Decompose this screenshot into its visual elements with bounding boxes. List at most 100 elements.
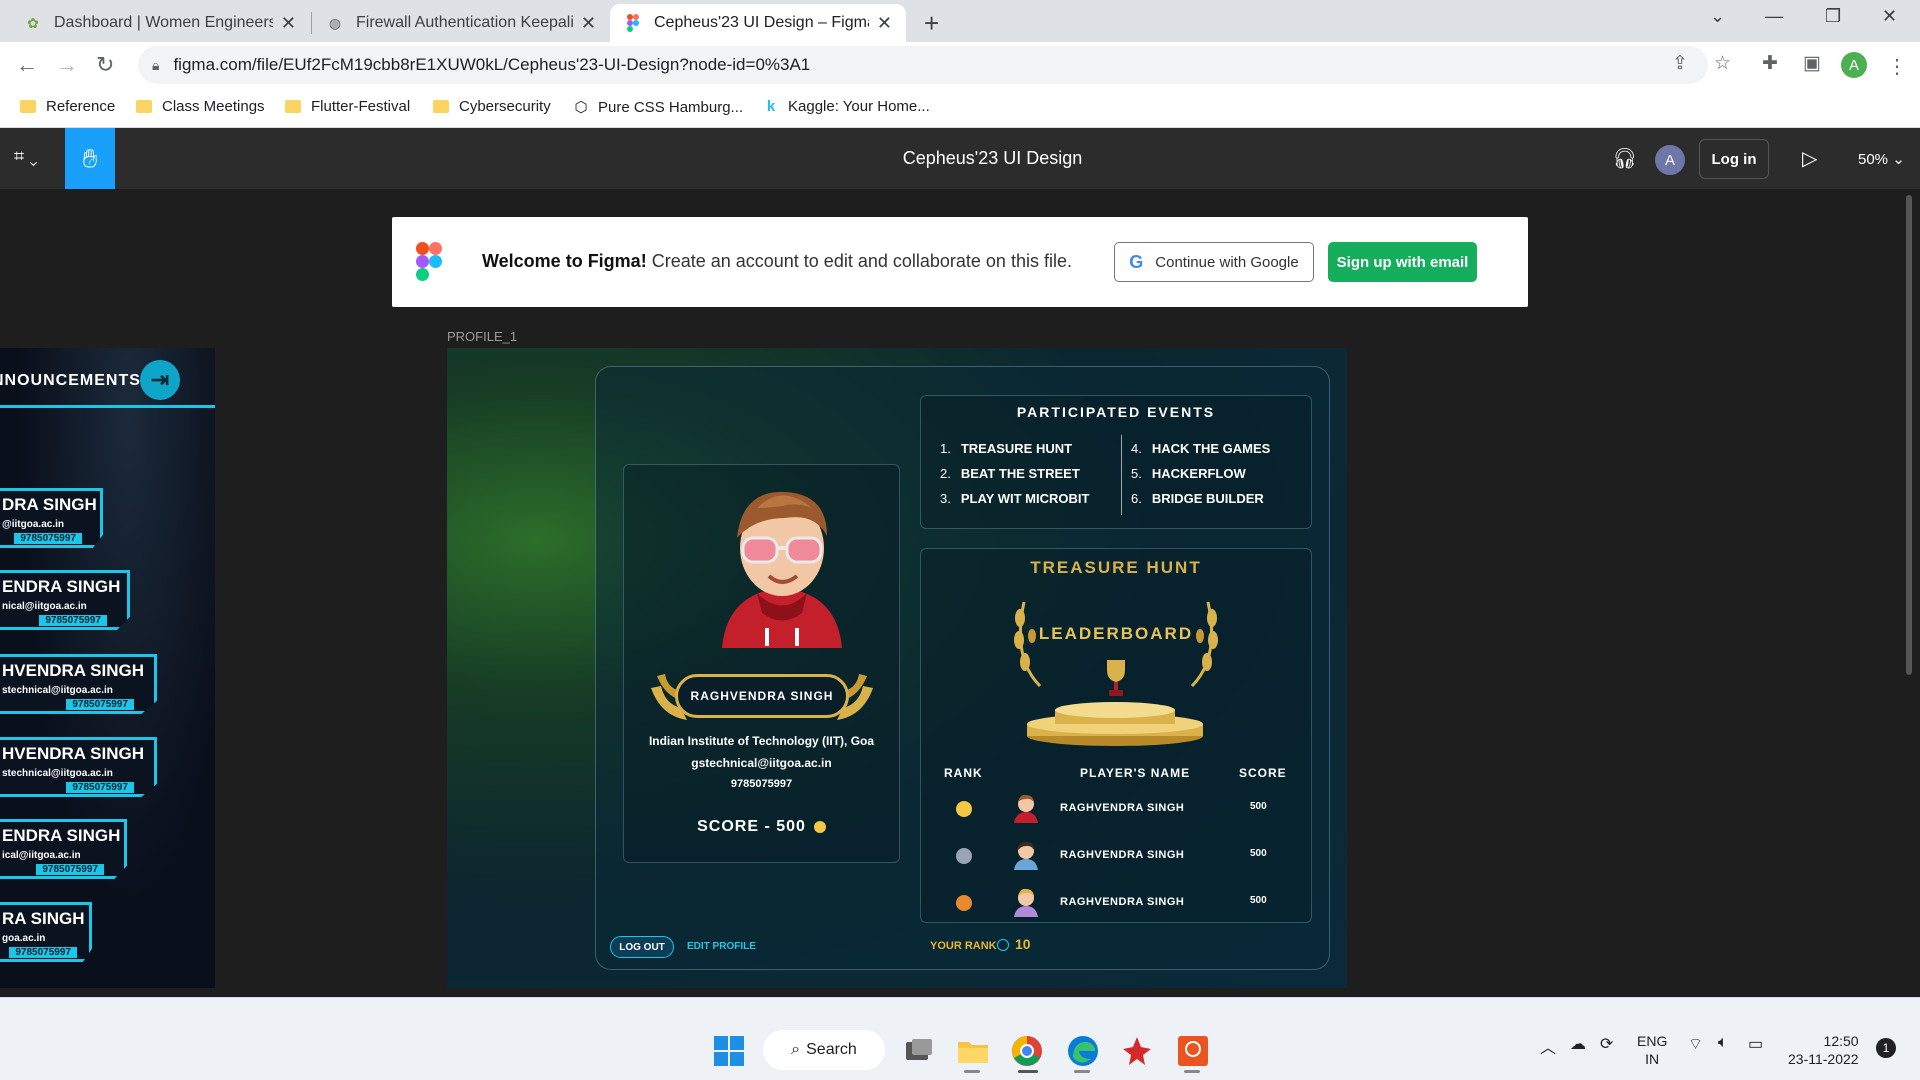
event-item: 2. BEAT THE STREET bbox=[940, 466, 1080, 481]
share-icon[interactable]: ⇪ bbox=[1672, 52, 1688, 75]
event-item: 6. BRIDGE BUILDER bbox=[1131, 491, 1264, 506]
game-app-icon[interactable] bbox=[1120, 1034, 1154, 1068]
events-title: PARTICIPATED EVENTS bbox=[1016, 404, 1216, 420]
continue-with-google-button[interactable]: G Continue with Google bbox=[1114, 242, 1314, 282]
task-view-icon[interactable] bbox=[902, 1034, 936, 1068]
browser-toolbar: ← → ↻ 🔒︎ figma.com/file/EUf2FcM19cbb8rE1… bbox=[0, 42, 1920, 90]
login-button[interactable]: Log in bbox=[1699, 139, 1769, 179]
leaderboard-row: RAGHVENDRA SINGH 500 bbox=[920, 883, 1312, 923]
restore-button[interactable]: ❐ bbox=[1825, 6, 1841, 27]
region-code: IN bbox=[1645, 1051, 1660, 1067]
close-icon[interactable]: ✕ bbox=[581, 13, 596, 34]
sign-up-email-button[interactable]: Sign up with email bbox=[1328, 242, 1477, 282]
player-score: 500 bbox=[1250, 895, 1267, 906]
taskbar-search[interactable]: ⌕ Search bbox=[763, 1030, 885, 1070]
bookmark-cybersecurity[interactable]: Cybersecurity bbox=[433, 98, 551, 115]
your-rank-value: 10 bbox=[997, 936, 1031, 952]
globe-icon: ◍ bbox=[328, 14, 342, 31]
silver-medal-icon bbox=[956, 848, 972, 864]
profile-frame[interactable]: RAGHVENDRA SINGH Indian Institute of Tec… bbox=[447, 348, 1347, 988]
forward-arrow-icon[interactable]: → bbox=[56, 52, 78, 78]
rank-number: 10 bbox=[1015, 936, 1031, 952]
search-icon: ⌕ bbox=[791, 1041, 801, 1058]
figma-user-avatar[interactable]: A bbox=[1655, 145, 1685, 175]
close-window-button[interactable]: ✕ bbox=[1882, 6, 1897, 27]
ubuntu-app-icon[interactable] bbox=[1176, 1034, 1210, 1068]
profile-email: gstechnical@iitgoa.ac.in bbox=[691, 756, 832, 770]
windows-start-icon[interactable] bbox=[712, 1034, 746, 1068]
tab-firewall[interactable]: ◍ Firewall Authentication Keepalive ✕ bbox=[312, 4, 610, 42]
player-name: RAGHVENDRA SINGH bbox=[1060, 896, 1185, 908]
browser-profile-avatar[interactable]: A bbox=[1841, 52, 1867, 78]
bookmark-flutter-festival[interactable]: Flutter-Festival bbox=[285, 98, 410, 115]
tab-figma[interactable]: Cepheus'23 UI Design – Figma ✕ bbox=[610, 4, 906, 42]
browser-tab-strip: ✿ Dashboard | Women Engineers P ✕ ◍ Fire… bbox=[0, 0, 1920, 42]
bookmark-class-meetings[interactable]: Class Meetings bbox=[136, 98, 265, 115]
announcement-card: ENDRA SINGH ical@iitgoa.ac.in 9785075997 bbox=[0, 819, 127, 879]
chrome-icon[interactable] bbox=[1010, 1034, 1044, 1068]
event-number: 1. bbox=[940, 441, 951, 456]
more-menu-icon[interactable]: ⋮ bbox=[1887, 54, 1907, 79]
leaderboard-event-title: TREASURE HUNT bbox=[1030, 558, 1202, 577]
announcements-frame[interactable]: NNOUNCEMENTS ⇥ DRA SINGH @iitgoa.ac.in 9… bbox=[0, 348, 215, 988]
lock-icon[interactable]: 🔒︎ bbox=[152, 57, 159, 74]
battery-icon[interactable]: ▭ bbox=[1748, 1034, 1763, 1054]
bookmark-star-icon[interactable]: ☆ bbox=[1714, 52, 1731, 75]
wifi-icon[interactable]: ⌔ bbox=[1688, 1034, 1703, 1054]
tab-search-chevron-icon[interactable]: ⌄ bbox=[1710, 6, 1725, 27]
event-number: 4. bbox=[1131, 441, 1142, 456]
card-email: stechnical@iitgoa.ac.in bbox=[2, 685, 113, 696]
player-avatar bbox=[1014, 841, 1038, 870]
card-email: nical@iitgoa.ac.in bbox=[2, 601, 87, 612]
system-clock[interactable]: 12:50 23-11-2022 bbox=[1788, 1032, 1859, 1068]
figma-canvas[interactable]: Welcome to Figma! Create an account to e… bbox=[0, 189, 1920, 997]
bookmark-kaggle[interactable]: k Kaggle: Your Home... bbox=[762, 98, 930, 115]
bookmark-css-hamburger[interactable]: ⬡ Pure CSS Hamburg... bbox=[572, 98, 743, 117]
folder-icon bbox=[136, 100, 152, 113]
edge-icon[interactable] bbox=[1066, 1034, 1100, 1068]
language-indicator[interactable]: ENG IN bbox=[1637, 1032, 1667, 1068]
close-icon[interactable]: ✕ bbox=[281, 13, 296, 34]
tab-title: Dashboard | Women Engineers P bbox=[54, 14, 273, 31]
new-tab-button[interactable]: + bbox=[924, 8, 939, 39]
sync-icon[interactable]: ⟳ bbox=[1600, 1034, 1613, 1054]
tab-title: Cepheus'23 UI Design – Figma bbox=[654, 14, 869, 31]
headphones-icon[interactable]: 🎧︎ bbox=[1612, 146, 1637, 171]
minimize-button[interactable]: — bbox=[1765, 6, 1783, 27]
card-email: @iitgoa.ac.in bbox=[2, 519, 64, 530]
folder-icon bbox=[433, 100, 449, 113]
extensions-puzzle-icon[interactable]: ✚ bbox=[1762, 52, 1778, 75]
card-phone: 9785075997 bbox=[14, 533, 82, 544]
onedrive-cloud-icon[interactable]: ☁ bbox=[1570, 1034, 1586, 1054]
notification-badge[interactable]: 1 bbox=[1876, 1038, 1896, 1058]
address-bar[interactable]: 🔒︎ figma.com/file/EUf2FcM19cbb8rE1XUW0kL… bbox=[138, 46, 1708, 84]
language-code: ENG bbox=[1637, 1033, 1668, 1049]
present-play-icon[interactable]: ▷ bbox=[1802, 146, 1817, 171]
clock-time: 12:50 bbox=[1823, 1033, 1859, 1049]
reload-icon[interactable]: ↻ bbox=[96, 52, 114, 78]
player-avatar bbox=[1014, 794, 1038, 823]
zoom-level-dropdown[interactable]: 50% ⌄ bbox=[1858, 150, 1905, 168]
volume-icon[interactable]: 🔈︎ bbox=[1718, 1034, 1728, 1052]
podium-icon bbox=[1027, 702, 1203, 746]
frame-label[interactable]: PROFILE_1 bbox=[447, 329, 517, 344]
back-arrow-icon[interactable]: ← bbox=[16, 52, 38, 78]
side-panel-icon[interactable]: ▣ bbox=[1803, 52, 1821, 75]
bronze-medal-icon bbox=[956, 895, 972, 911]
vertical-scrollbar[interactable] bbox=[1906, 195, 1912, 675]
show-hidden-icons-chevron[interactable]: ︿ bbox=[1540, 1034, 1556, 1058]
file-explorer-icon[interactable] bbox=[956, 1034, 990, 1068]
windows-taskbar: ⌕ Search ︿ ☁ ⟳ ENG IN ⌔ 🔈︎ ▭ 12:50 23-11… bbox=[0, 997, 1920, 1080]
event-name: TREASURE HUNT bbox=[960, 441, 1073, 456]
tab-dashboard[interactable]: ✿ Dashboard | Women Engineers P ✕ bbox=[10, 4, 310, 42]
logout-button[interactable]: LOG OUT bbox=[610, 936, 674, 958]
bookmark-reference[interactable]: Reference bbox=[20, 98, 115, 115]
leaderboard-word: LEADERBOARD bbox=[1038, 624, 1194, 643]
card-phone: 9785075997 bbox=[36, 864, 104, 875]
event-item: 1. TREASURE HUNT bbox=[940, 441, 1072, 456]
event-name: BRIDGE BUILDER bbox=[1151, 491, 1264, 506]
announcement-card: DRA SINGH @iitgoa.ac.in 9785075997 bbox=[0, 488, 103, 548]
close-icon[interactable]: ✕ bbox=[877, 13, 892, 34]
url-text: figma.com/file/EUf2FcM19cbb8rE1XUW0kL/Ce… bbox=[173, 55, 811, 74]
edit-profile-link[interactable]: EDIT PROFILE bbox=[687, 941, 756, 952]
